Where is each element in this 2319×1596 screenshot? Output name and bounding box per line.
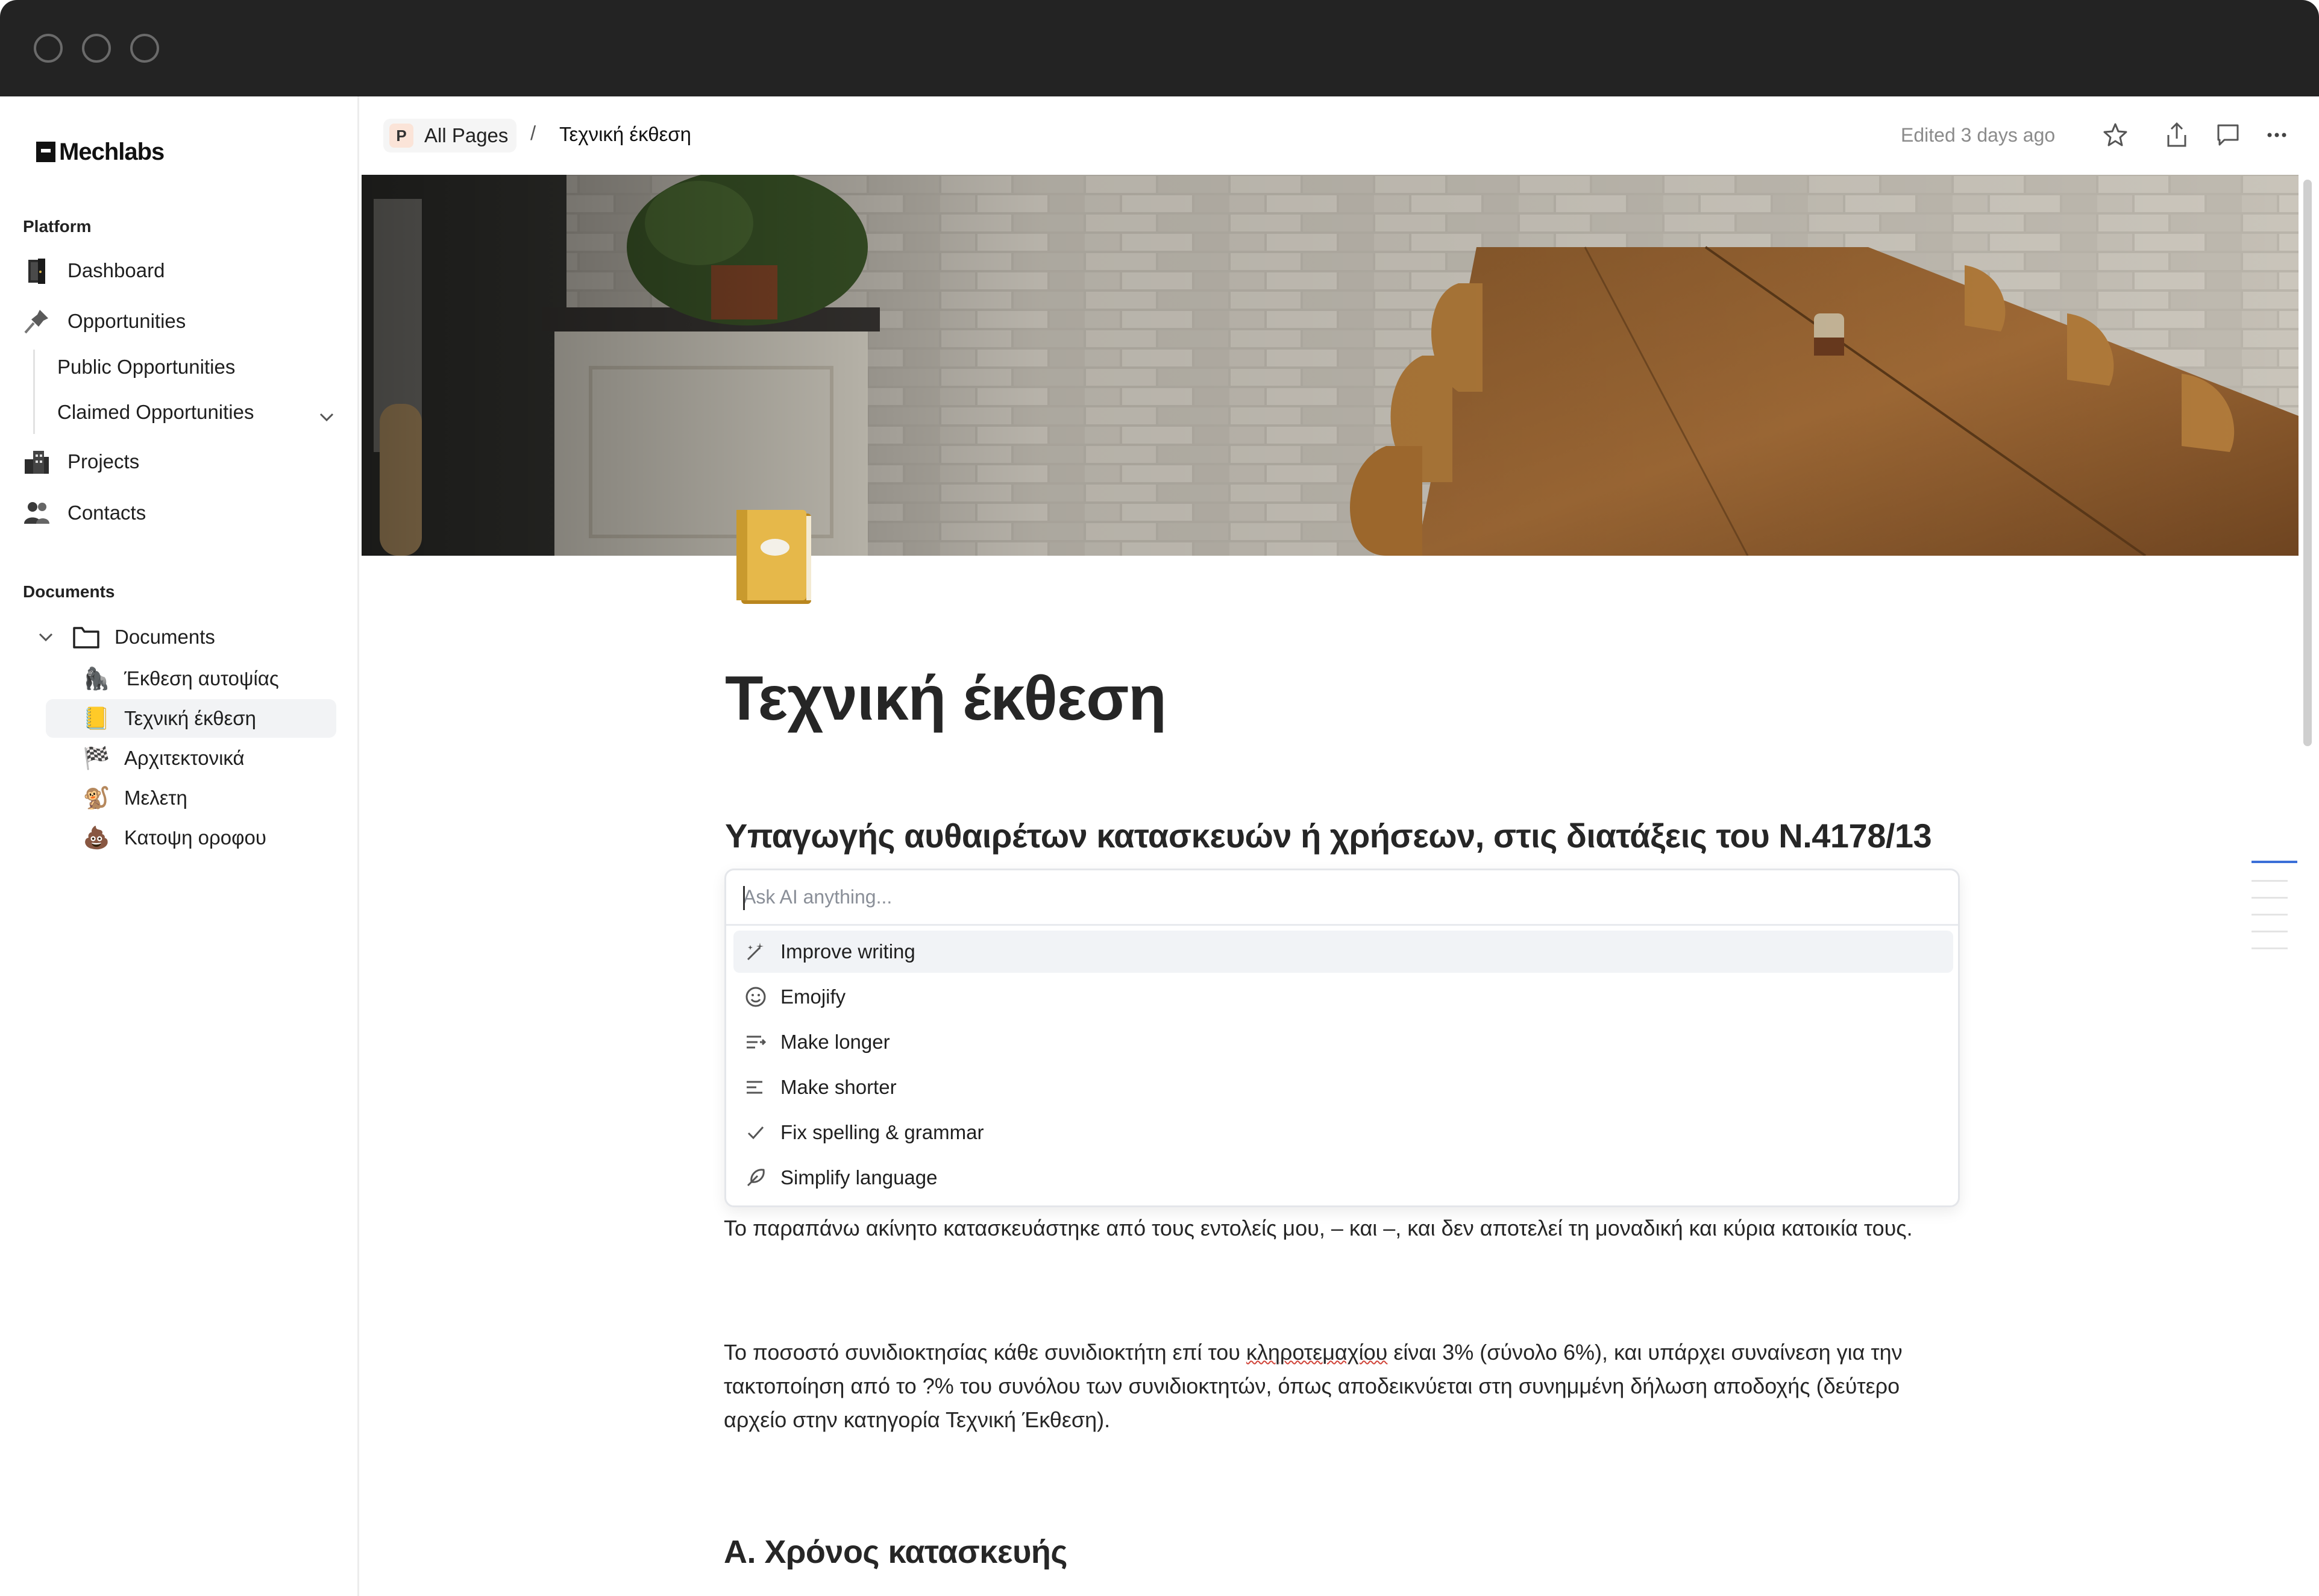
paragraph-2[interactable]: Το ποσοστό συνιδιοκτησίας κάθε συνιδιοκτ… xyxy=(724,1336,1959,1437)
sidebar-item-projects[interactable]: Projects xyxy=(23,441,139,483)
ai-prompt-input[interactable] xyxy=(726,870,1958,926)
check-icon xyxy=(743,1120,768,1145)
ai-option-label: Make longer xyxy=(780,1031,890,1053)
window-minimize-button[interactable] xyxy=(82,34,111,63)
brand-mark-icon xyxy=(36,142,55,162)
paragraph-2-text-start: Το ποσοστό συνιδιοκτησίας κάθε συνιδιοκτ… xyxy=(724,1340,1246,1365)
breadcrumb-separator: / xyxy=(530,122,536,144)
ai-option-label: Simplify language xyxy=(780,1166,938,1189)
ai-option-label: Emojify xyxy=(780,985,846,1008)
feather-icon xyxy=(743,1165,768,1190)
workspace-badge: P xyxy=(389,124,413,148)
chevron-down-icon[interactable] xyxy=(34,625,58,649)
doc-item-label: Αρχιτεκτονικά xyxy=(124,747,245,769)
doc-item-meleti[interactable]: 🐒 Μελετη xyxy=(46,779,336,817)
cover-photo xyxy=(362,175,2299,556)
cover-image[interactable] xyxy=(362,175,2299,556)
breadcrumb-label: All Pages xyxy=(424,124,509,146)
breadcrumb-current-page[interactable]: Τεχνική έκθεση xyxy=(559,123,691,146)
doc-item-label: Κατοψη οροφου xyxy=(124,826,266,849)
sidebar: Mechlabs Platform Dashboard Opportunitie… xyxy=(0,96,359,1596)
sidebar-item-opportunities[interactable]: Opportunities xyxy=(23,300,186,342)
outline-active-line[interactable] xyxy=(2252,861,2297,863)
monkey-icon: 🐒 xyxy=(83,785,110,810)
sidebar-item-dashboard[interactable]: Dashboard xyxy=(23,250,165,292)
ai-option-label: Improve writing xyxy=(780,940,915,963)
tree-line xyxy=(33,350,35,434)
window-titlebar xyxy=(0,0,2319,96)
magic-wand-icon xyxy=(743,939,768,964)
ai-option-label: Make shorter xyxy=(780,1076,897,1098)
outline-line[interactable] xyxy=(2252,931,2288,932)
pushpin-icon xyxy=(23,307,51,335)
doc-item-katopsi-orofou[interactable]: 💩 Κατοψη οροφου xyxy=(46,818,336,857)
page-subtitle[interactable]: Υπαγωγής αυθαιρέτων κατασκευών ή χρήσεων… xyxy=(725,816,1932,855)
ai-option-improve-writing[interactable]: Improve writing xyxy=(733,931,1953,973)
people-icon xyxy=(23,499,51,527)
sidebar-item-claimed-opportunities[interactable]: Claimed Opportunities xyxy=(57,401,254,424)
doc-item-architektonika[interactable]: 🏁 Αρχιτεκτονικά xyxy=(46,739,336,778)
star-icon[interactable] xyxy=(2101,121,2130,149)
platform-section-label: Platform xyxy=(23,217,92,236)
ai-option-fix-spelling[interactable]: Fix spelling & grammar xyxy=(733,1111,1953,1154)
ai-option-simplify-language[interactable]: Simplify language xyxy=(733,1157,1953,1199)
sidebar-item-label: Contacts xyxy=(67,501,146,524)
documents-folder[interactable]: Documents xyxy=(34,616,215,658)
notebook-icon: 📒 xyxy=(83,706,110,730)
folder-icon xyxy=(72,623,100,651)
comment-icon[interactable] xyxy=(2214,121,2242,149)
more-icon[interactable] xyxy=(2262,121,2291,149)
outline-line[interactable] xyxy=(2252,897,2288,899)
page-title[interactable]: Τεχνική έκθεση xyxy=(725,663,1167,735)
sidebar-item-label: Projects xyxy=(67,450,140,473)
city-icon xyxy=(23,448,51,476)
ai-option-make-longer[interactable]: Make longer xyxy=(733,1021,1953,1063)
page-header-bar: P All Pages / Τεχνική έκθεση Edited 3 da… xyxy=(360,96,2319,175)
sidebar-item-contacts[interactable]: Contacts xyxy=(23,492,146,534)
notebook-icon[interactable] xyxy=(732,507,816,610)
paragraph-1[interactable]: Το παραπάνω ακίνητο κατασκευάστηκε από τ… xyxy=(724,1211,1959,1245)
doc-item-label: Τεχνική έκθεση xyxy=(124,707,257,729)
doc-item-techniki-ekthesi[interactable]: 📒 Τεχνική έκθεση xyxy=(46,699,336,738)
brand-logo[interactable]: Mechlabs xyxy=(36,134,165,170)
ai-assistant-menu: Improve writing Emojify Make longer Make… xyxy=(724,869,1960,1207)
text-caret xyxy=(743,886,745,910)
ai-option-emojify[interactable]: Emojify xyxy=(733,976,1953,1018)
edited-timestamp: Edited 3 days ago xyxy=(1901,124,2056,146)
documents-section-label: Documents xyxy=(23,582,115,601)
misspelled-word[interactable]: κληροτεμαχίου xyxy=(1246,1340,1387,1365)
brand-name: Mechlabs xyxy=(59,138,165,165)
ai-option-make-shorter[interactable]: Make shorter xyxy=(733,1066,1953,1108)
checkered-flag-icon: 🏁 xyxy=(83,746,110,770)
breadcrumb-all-pages[interactable]: P All Pages xyxy=(383,119,517,152)
section-heading-a[interactable]: Α. Χρόνος κατασκευής xyxy=(724,1533,1068,1571)
lines-extend-icon xyxy=(743,1029,768,1055)
outline-line[interactable] xyxy=(2252,914,2288,916)
lines-shorten-icon xyxy=(743,1075,768,1100)
gorilla-icon: 🦍 xyxy=(83,666,110,691)
window-zoom-button[interactable] xyxy=(130,34,159,63)
window-close-button[interactable] xyxy=(34,34,63,63)
doc-item-ekthesi-autopsias[interactable]: 🦍 Έκθεση αυτοψίας xyxy=(46,659,336,698)
doc-item-label: Μελετη xyxy=(124,787,187,809)
sidebar-item-label: Dashboard xyxy=(67,259,165,281)
share-icon[interactable] xyxy=(2162,121,2191,149)
chevron-down-icon[interactable] xyxy=(315,405,339,429)
smiley-icon xyxy=(743,984,768,1010)
poop-icon: 💩 xyxy=(83,825,110,850)
ai-option-label: Fix spelling & grammar xyxy=(780,1121,984,1143)
sidebar-item-public-opportunities[interactable]: Public Opportunities xyxy=(57,356,235,379)
outline-line[interactable] xyxy=(2252,880,2288,882)
building-door-icon xyxy=(23,257,51,284)
content-scrollbar[interactable] xyxy=(2303,180,2312,746)
doc-item-label: Έκθεση αυτοψίας xyxy=(124,667,279,690)
outline-line[interactable] xyxy=(2252,947,2288,949)
documents-folder-label: Documents xyxy=(115,626,215,648)
sidebar-item-label: Opportunities xyxy=(67,310,186,332)
